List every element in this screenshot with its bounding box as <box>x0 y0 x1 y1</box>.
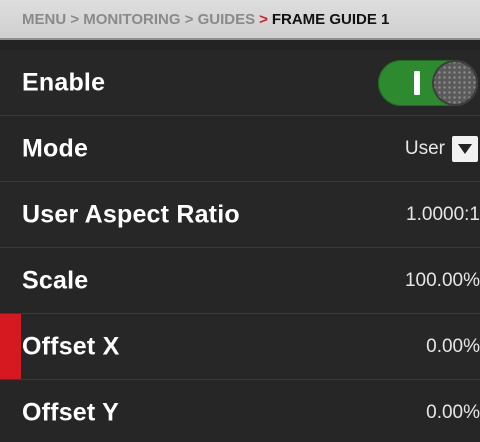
enable-row[interactable]: Enable <box>0 50 480 116</box>
toggle-knob[interactable] <box>432 59 478 106</box>
user-aspect-ratio-row[interactable]: User Aspect Ratio 1.0000:1 <box>0 182 480 248</box>
frame-guide-screen: MENU > MONITORING > GUIDES > FRAME GUIDE… <box>0 0 480 442</box>
offset-x-label: Offset X <box>22 332 120 360</box>
breadcrumb-path[interactable]: MENU > MONITORING > GUIDES <box>22 11 255 28</box>
offset-y-label: Offset Y <box>22 398 119 426</box>
offset-y-row[interactable]: Offset Y 0.00% <box>0 380 480 442</box>
mode-row[interactable]: Mode User <box>0 116 480 182</box>
toggle-on-indicator <box>414 70 420 95</box>
breadcrumb-separator: > <box>259 10 268 28</box>
offset-x-value: 0.00% <box>426 335 480 357</box>
settings-list: Enable Mode User User Aspect Ratio 1.000… <box>0 50 480 442</box>
enable-label: Enable <box>22 68 106 96</box>
breadcrumb: MENU > MONITORING > GUIDES > FRAME GUIDE… <box>0 0 480 40</box>
user-aspect-ratio-value: 1.0000:1 <box>406 203 480 225</box>
offset-x-row[interactable]: Offset X 0.00% <box>0 314 480 380</box>
enable-toggle[interactable] <box>378 59 478 106</box>
breadcrumb-current: FRAME GUIDE 1 <box>271 10 390 28</box>
chevron-down-icon[interactable] <box>452 135 478 162</box>
scale-row[interactable]: Scale 100.00% <box>0 248 480 314</box>
mode-select[interactable]: User <box>404 135 478 162</box>
mode-label: Mode <box>22 134 89 162</box>
scale-value: 100.00% <box>404 269 480 291</box>
selected-row-indicator <box>0 314 21 379</box>
user-aspect-ratio-label: User Aspect Ratio <box>22 200 240 228</box>
mode-value: User <box>404 137 445 159</box>
scale-label: Scale <box>22 266 89 294</box>
offset-y-value: 0.00% <box>426 401 480 423</box>
